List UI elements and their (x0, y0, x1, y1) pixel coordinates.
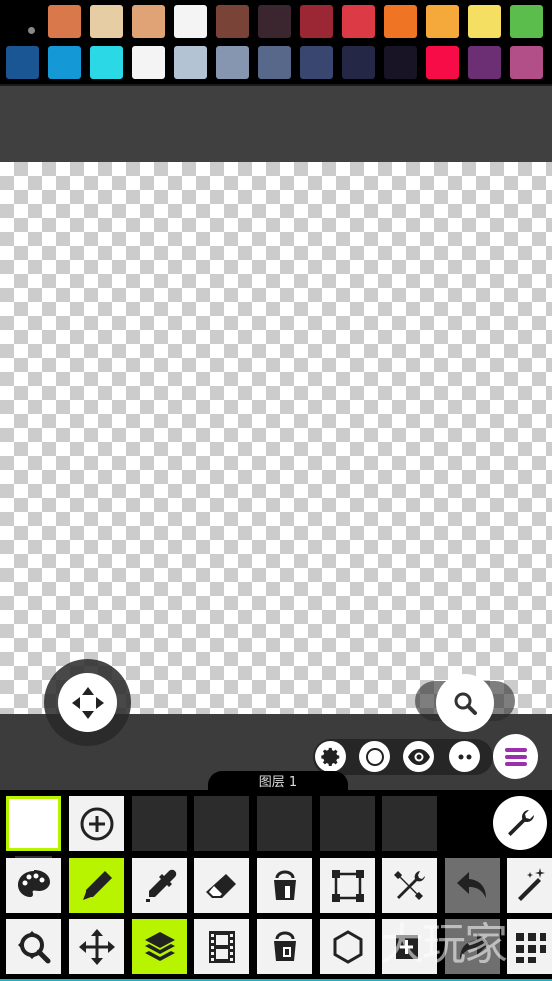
fill-bucket-tool[interactable] (257, 858, 312, 913)
color-swatch[interactable] (132, 5, 165, 38)
color-swatch[interactable] (300, 46, 333, 79)
color-swatch[interactable] (6, 46, 39, 79)
palette-indicator (28, 27, 35, 34)
zoom-tool[interactable] (6, 919, 61, 974)
color-swatch[interactable] (510, 5, 543, 38)
color-swatch[interactable] (48, 46, 81, 79)
color-swatch[interactable] (174, 5, 207, 38)
move-joystick-knob[interactable] (58, 673, 117, 732)
wrench-icon (508, 809, 535, 836)
frame-slot[interactable] (132, 796, 187, 851)
frame-slot[interactable] (194, 796, 249, 851)
layer-tab[interactable]: 图层 1 (208, 771, 348, 793)
color-swatch[interactable] (384, 46, 417, 79)
color-swatch[interactable] (258, 5, 291, 38)
eraser-tool[interactable] (194, 858, 249, 913)
undo-button[interactable] (445, 858, 500, 913)
undo-icon (456, 871, 486, 898)
palette-icon (17, 869, 50, 897)
four-arrows-icon (71, 686, 104, 719)
pencil-tool[interactable] (69, 858, 124, 913)
color-swatch[interactable] (468, 5, 501, 38)
color-swatch[interactable] (258, 46, 291, 79)
tools-tool[interactable] (382, 858, 437, 913)
color-swatch[interactable] (342, 46, 375, 79)
onion-skin-button[interactable] (449, 741, 480, 772)
color-swatch[interactable] (468, 46, 501, 79)
color-swatch[interactable] (300, 5, 333, 38)
tools-settings-button[interactable] (493, 796, 547, 850)
shape-tool[interactable] (320, 919, 375, 974)
select-icon (331, 869, 364, 902)
drawing-canvas[interactable] (0, 162, 552, 714)
frame-slot[interactable] (320, 796, 375, 851)
film-icon (208, 930, 235, 963)
top-band (0, 86, 552, 162)
gear-icon (320, 747, 339, 766)
color-swatch[interactable] (384, 5, 417, 38)
preview-button[interactable] (403, 741, 434, 772)
main-menu-button[interactable] (493, 734, 538, 779)
magic-wand-tool[interactable] (507, 858, 552, 913)
circle-icon (365, 747, 384, 766)
dots-icon (458, 754, 471, 759)
hexagon-icon (333, 929, 362, 964)
move-icon (78, 928, 115, 965)
eyedropper-icon (145, 869, 176, 902)
tools-icon (393, 870, 425, 900)
color-swatch[interactable] (216, 5, 249, 38)
color-swatch[interactable] (90, 5, 123, 38)
add-frame-button[interactable] (69, 796, 124, 851)
bucket-icon (273, 870, 296, 900)
color-swatch[interactable] (48, 5, 81, 38)
color-swatch[interactable] (90, 46, 123, 79)
color-palette-tool[interactable] (6, 858, 61, 913)
move-tool[interactable] (69, 919, 124, 974)
bucket-alt-icon (273, 931, 296, 961)
brush-shape-button[interactable] (359, 741, 390, 772)
plus-circle-icon (80, 807, 113, 840)
zoom-slider-knob[interactable] (436, 674, 494, 732)
watermark: 大玩家 (380, 919, 508, 970)
frame-1-active[interactable] (6, 796, 61, 851)
color-swatch[interactable] (426, 5, 459, 38)
magnifier-icon (454, 692, 477, 715)
frame-slot[interactable] (257, 796, 312, 851)
eraser-icon (205, 873, 236, 898)
menu-icon (504, 747, 527, 766)
frame-slot[interactable] (382, 796, 437, 851)
color-swatch[interactable] (426, 46, 459, 79)
color-palette (0, 0, 552, 86)
color-swatch[interactable] (510, 46, 543, 79)
color-swatch[interactable] (216, 46, 249, 79)
layers-tool[interactable] (132, 919, 187, 974)
fill-bucket-alt-tool[interactable] (257, 919, 312, 974)
color-swatch[interactable] (342, 5, 375, 38)
color-swatch[interactable] (132, 46, 165, 79)
eye-icon (407, 748, 430, 765)
animation-frames-tool[interactable] (194, 919, 249, 974)
magic-wand-icon (517, 867, 545, 901)
layers-icon (144, 931, 175, 961)
eyedropper-tool[interactable] (132, 858, 187, 913)
pencil-icon (82, 870, 112, 900)
selection-tool[interactable] (320, 858, 375, 913)
color-swatch[interactable] (174, 46, 207, 79)
zoom-tool-icon (17, 930, 50, 963)
settings-button[interactable] (315, 741, 346, 772)
